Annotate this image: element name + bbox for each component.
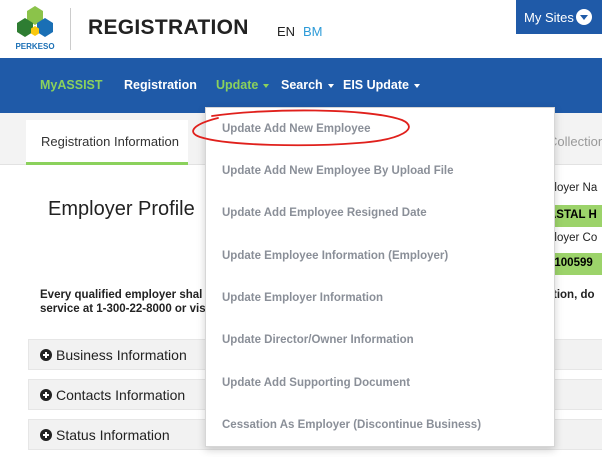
employer-name-value: ASTAL H — [548, 205, 602, 227]
tab-collection[interactable]: Collection — [548, 134, 602, 149]
plus-circle-icon — [40, 389, 52, 401]
caret-down-icon — [327, 83, 334, 88]
plus-circle-icon — [40, 429, 52, 441]
my-sites-label: My Sites — [524, 10, 574, 25]
menu-item-update-add-employee-resigned-date[interactable]: Update Add Employee Resigned Date — [222, 207, 427, 219]
menu-item-update-director-owner-information[interactable]: Update Director/Owner Information — [222, 334, 414, 346]
logo-icon — [17, 6, 53, 37]
menu-item-update-add-supporting-document[interactable]: Update Add Supporting Document — [222, 377, 410, 389]
nav-item-update[interactable]: Update — [216, 78, 270, 92]
menu-item-update-employer-information[interactable]: Update Employer Information — [222, 292, 383, 304]
tab-registration-information[interactable]: Registration Information — [26, 120, 188, 165]
notice-line-1-tail: tion, do — [553, 289, 595, 301]
language-en-link[interactable]: EN — [277, 24, 295, 39]
header-divider — [70, 8, 71, 50]
menu-item-update-employee-information[interactable]: Update Employee Information (Employer) — [222, 250, 448, 262]
menu-item-update-add-new-employee-upload[interactable]: Update Add New Employee By Upload File — [222, 165, 454, 177]
my-sites-button[interactable]: My Sites — [516, 0, 602, 34]
employer-code-value: 0100599 — [548, 253, 602, 275]
nav-item-myassist[interactable]: MyASSIST — [40, 78, 103, 92]
nav-item-eis-update[interactable]: EIS Update — [343, 78, 420, 92]
employer-code-label: ployer Co — [548, 232, 598, 244]
plus-circle-icon — [40, 349, 52, 361]
employer-name-label: ployer Na — [548, 182, 598, 194]
perkeso-logo[interactable]: PERKESO — [10, 4, 60, 54]
page: PERKESO REGISTRATION EN BM My Sites MyAS… — [0, 0, 602, 457]
chevron-down-icon — [576, 9, 592, 25]
caret-down-icon — [414, 83, 420, 88]
header: PERKESO REGISTRATION EN BM My Sites — [0, 0, 602, 58]
update-dropdown-menu: Update Add New Employee Update Add New E… — [205, 107, 555, 447]
logo-text: PERKESO — [15, 42, 55, 51]
menu-item-cessation-as-employer[interactable]: Cessation As Employer (Discontinue Busin… — [222, 419, 481, 431]
red-annotation-circle — [192, 109, 410, 147]
nav-item-registration[interactable]: Registration — [124, 78, 197, 92]
employer-profile-heading: Employer Profile — [48, 198, 195, 220]
nav-item-search[interactable]: Search — [281, 78, 334, 92]
caret-down-icon — [263, 83, 270, 88]
language-bm-link[interactable]: BM — [303, 24, 323, 39]
page-title: REGISTRATION — [88, 16, 249, 39]
